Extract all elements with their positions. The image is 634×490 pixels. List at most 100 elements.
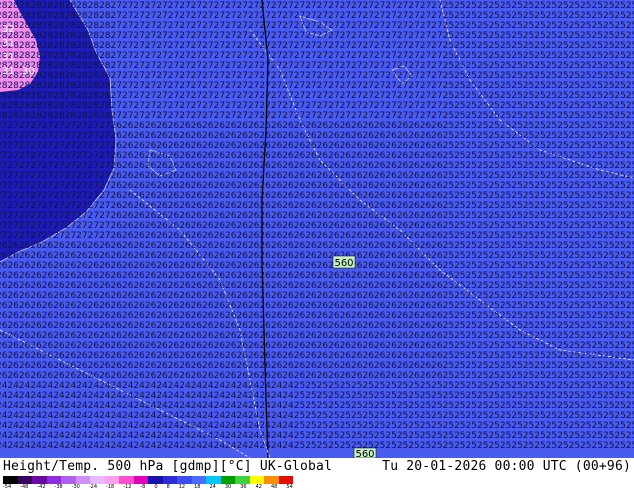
temperature-value-row: 2626262626262626262626262626262626262626… xyxy=(0,301,634,311)
color-scale-tick-label: -48 xyxy=(20,484,29,490)
color-scale-swatch xyxy=(17,476,32,484)
temperature-value-row: 2727272727272727272726262626262626262626… xyxy=(0,181,634,191)
temperature-value-row: 2727272727272727272726262626262626262626… xyxy=(0,161,634,171)
color-scale-tick-label: 0 xyxy=(154,484,158,490)
color-scale-tick-label: -8 xyxy=(140,484,146,490)
color-scale-tick-label: 24 xyxy=(209,484,216,490)
color-scale-swatch xyxy=(32,476,47,484)
color-scale-tick-label: -38 xyxy=(54,484,63,490)
map-footer: Height/Temp. 500 hPa [gdmp][°C] UK-Globa… xyxy=(0,458,634,490)
temperature-value-row: 2626262626262626262626262626262626262626… xyxy=(0,321,634,331)
temperature-value-row: 2828282828282828282827272727272727272727… xyxy=(0,81,634,91)
color-scale-swatch xyxy=(191,476,206,484)
weather-map: 2828282828282828282827272727272727272727… xyxy=(0,0,634,458)
temperature-value-row: 2828282828282828282827272727272727272727… xyxy=(0,111,634,121)
temperature-value-row: 2727272727272727272726262626262626262626… xyxy=(0,121,634,131)
color-scale-swatch xyxy=(75,476,90,484)
color-scale-tick-label: 54 xyxy=(286,484,293,490)
temperature-value-row: 2727272727272727272726262626262626262626… xyxy=(0,151,634,161)
temperature-value-row: 2424242424242424242424242424242424242424… xyxy=(0,401,634,411)
color-scale-tick-label: 42 xyxy=(255,484,262,490)
temperature-value-row: 2424242424242424242424242424242424242424… xyxy=(0,431,634,441)
temperature-value-row: 2424242424242424242424242424242424242424… xyxy=(0,441,634,451)
contour-value-label: 560 xyxy=(334,258,353,269)
temperature-value-row: 2828282828282828282827272727272727272727… xyxy=(0,51,634,61)
color-scale-swatch xyxy=(177,476,192,484)
temperature-value-row: 2828282828282828282827272727272727272727… xyxy=(0,91,634,101)
color-scale-tick-label: 30 xyxy=(224,484,232,490)
temperature-value-row: 2424242424242424242424242424242424242424… xyxy=(0,391,634,401)
color-scale-swatch xyxy=(249,476,264,484)
temperature-value-row: 2828282828282828282827272727272727272727… xyxy=(0,101,634,111)
temperature-value-row: 2727272727272727272726262626262626262626… xyxy=(0,131,634,141)
warm-value-label: 30 xyxy=(22,66,35,77)
color-scale-swatch xyxy=(90,476,105,484)
color-scale-swatch xyxy=(46,476,61,484)
temperature-value-row: 2626262626262626262626262626262626262626… xyxy=(0,371,634,381)
contour-label-560-b: 560 xyxy=(353,447,377,458)
color-scale-swatch xyxy=(104,476,119,484)
color-scale-tick-label: -24 xyxy=(88,484,98,490)
temperature-value-row: 2626262626262626262626262626262626262626… xyxy=(0,281,634,291)
temperature-value-row: 2727272727272727272726262626262626262626… xyxy=(0,201,634,211)
temperature-value-grid: 2828282828282828282827272727272727272727… xyxy=(0,1,634,451)
color-scale-tick-label: 12 xyxy=(178,484,186,490)
color-scale-swatch xyxy=(235,476,250,484)
temperature-value-row: 2424242424242424242424242424242424242424… xyxy=(0,411,634,421)
temperature-value-row: 2626262626262626262626262626262626262626… xyxy=(0,241,634,251)
temperature-value-row: 2727272727272727272726262626262626262626… xyxy=(0,221,634,231)
color-scale-tick-label: -54 xyxy=(3,484,12,490)
contour-value-label: 560 xyxy=(355,449,374,458)
valid-time: Tu 20-01-2026 00:00 UTC (00+96) xyxy=(382,459,631,474)
color-scale-tick-label: -12 xyxy=(123,484,132,490)
color-scale-swatch xyxy=(148,476,163,484)
color-scale-tick-label: 18 xyxy=(194,484,201,490)
color-scale-swatch xyxy=(278,476,293,484)
temperature-value-row: 2626262626262626262626262626262626262626… xyxy=(0,311,634,321)
color-scale-swatch xyxy=(264,476,279,484)
temperature-value-row: 2626262626262626262626262626262626262626… xyxy=(0,271,634,281)
temperature-value-row: 2727272727272727272726262626262626262626… xyxy=(0,141,634,151)
color-scale-bar xyxy=(3,476,293,484)
color-scale-tick-label: 36 xyxy=(240,484,247,490)
temperature-value-row: 2828282828282828282827272727272727272727… xyxy=(0,71,634,81)
warm-value-label: 32 xyxy=(2,24,15,35)
color-scale-tick-label: -30 xyxy=(71,484,80,490)
temperature-value-row: 2727272727272727272726262626262626262626… xyxy=(0,231,634,241)
color-scale-swatch xyxy=(133,476,148,484)
color-scale-swatch xyxy=(119,476,134,484)
temperature-value-row: 2626262626262626262626262626262626262626… xyxy=(0,361,634,371)
color-scale-swatch xyxy=(3,476,18,484)
temperature-value-row: 2828282828282828282827272727272727272727… xyxy=(0,1,634,11)
color-scale-ticks: -54 -48 -42 -38 -30 -24 -18 -12 -8 0 8 12 18 24 30 36 42… xyxy=(3,484,293,490)
color-scale-tick-label: 48 xyxy=(271,484,278,490)
temperature-value-row: 2727272727272727272726262626262626262626… xyxy=(0,171,634,181)
color-scale-swatch xyxy=(220,476,235,484)
warm-value-label: 31 xyxy=(2,52,15,63)
warm-value-label: 31 xyxy=(2,38,15,49)
map-title: Height/Temp. 500 hPa [gdmp][°C] UK-Globa… xyxy=(3,459,333,474)
temperature-value-row: 2626262626262626262626262626262626262626… xyxy=(0,251,634,261)
warm-value-label: 31 xyxy=(2,66,15,77)
temperature-value-row: 2828282828282828282827272727272727272727… xyxy=(0,11,634,21)
temperature-value-row: 2727272727272727272726262626262626262626… xyxy=(0,191,634,201)
color-scale-tick-label: 8 xyxy=(166,484,170,490)
temperature-value-row: 2626262626262626262626262626262626262626… xyxy=(0,351,634,361)
temperature-value-row: 2828282828282828282827272727272727272727… xyxy=(0,41,634,51)
temperature-value-row: 2424242424242424242424242424242424242424… xyxy=(0,381,634,391)
contour-label-560-a: 560 xyxy=(332,255,356,269)
color-scale-swatch xyxy=(206,476,221,484)
color-scale-swatch xyxy=(162,476,177,484)
temperature-value-row: 2626262626262626262626262626262626262626… xyxy=(0,261,634,271)
temperature-value-row: 2626262626262626262626262626262626262626… xyxy=(0,341,634,351)
temperature-value-row: 2828282828282828282827272727272727272727… xyxy=(0,21,634,31)
temperature-value-row: 2828282828282828282827272727272727272727… xyxy=(0,61,634,71)
color-scale-tick-label: -42 xyxy=(37,484,46,490)
temperature-value-row: 2626262626262626262626262626262626262626… xyxy=(0,291,634,301)
color-scale-swatch xyxy=(61,476,76,484)
temperature-value-row: 2828282828282828282827272727272727272727… xyxy=(0,31,634,41)
temperature-value-row: 2424242424242424242424242424242424242424… xyxy=(0,421,634,431)
temperature-value-row: 2727272727272727272726262626262626262626… xyxy=(0,211,634,221)
color-scale-tick-label: -18 xyxy=(106,484,115,490)
temperature-value-row: 2626262626262626262626262626262626262626… xyxy=(0,331,634,341)
